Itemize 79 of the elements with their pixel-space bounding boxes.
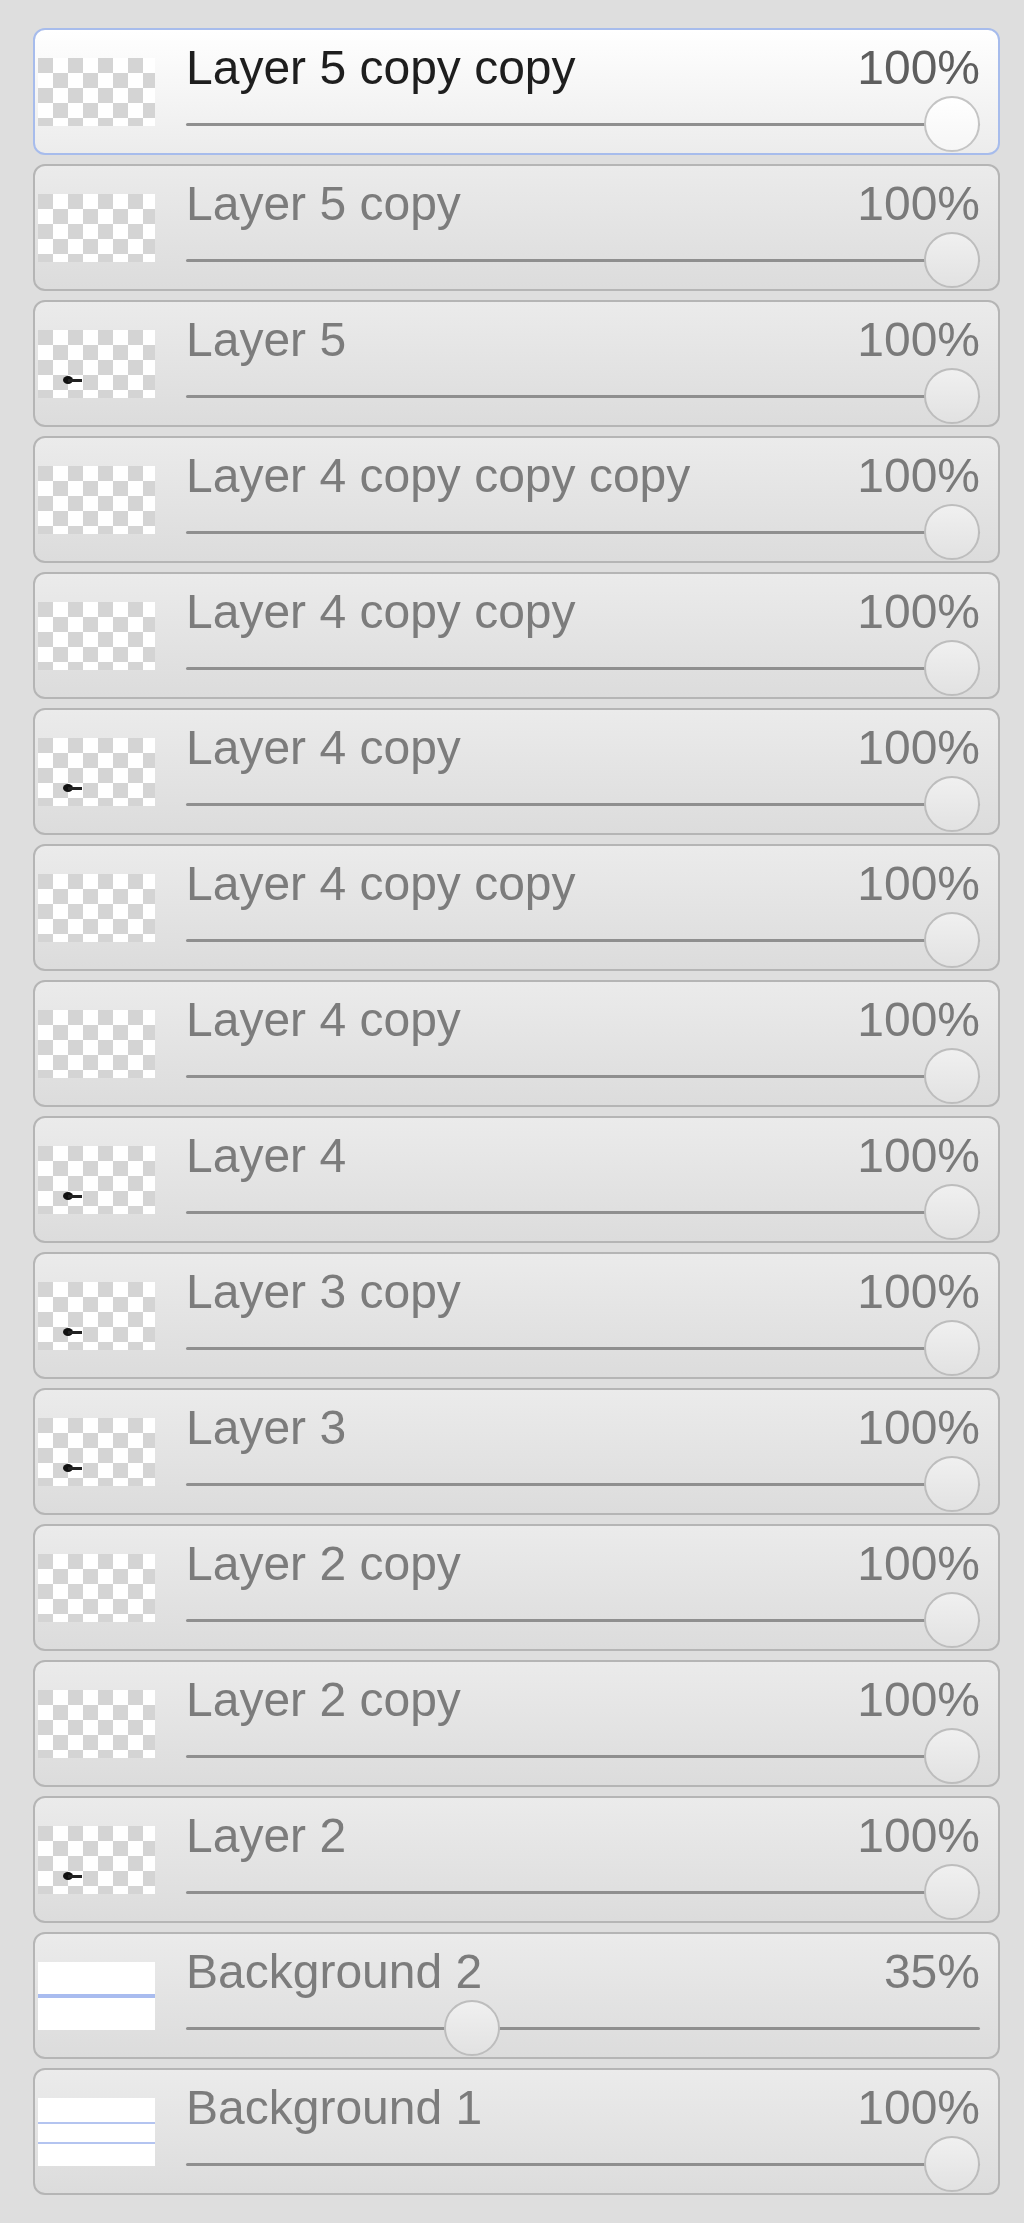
opacity-value: 100% xyxy=(857,2084,980,2132)
opacity-value: 100% xyxy=(857,180,980,228)
opacity-slider[interactable] xyxy=(186,1184,980,1240)
opacity-slider[interactable] xyxy=(186,640,980,696)
layer-row[interactable]: Layer 2 copy 100% xyxy=(33,1524,1000,1651)
layer-row[interactable]: Layer 5 copy 100% xyxy=(33,164,1000,291)
opacity-slider[interactable] xyxy=(186,504,980,560)
slider-thumb[interactable] xyxy=(924,96,980,152)
opacity-value: 100% xyxy=(857,588,980,636)
opacity-slider[interactable] xyxy=(186,1592,980,1648)
slider-thumb[interactable] xyxy=(924,1048,980,1104)
layer-name: Layer 2 copy xyxy=(186,1540,461,1588)
layer-row[interactable]: Layer 4 copy copy 100% xyxy=(33,572,1000,699)
layer-name: Layer 3 xyxy=(186,1404,347,1452)
layer-row[interactable]: Layer 5 copy copy 100% xyxy=(33,28,1000,155)
slider-thumb[interactable] xyxy=(924,776,980,832)
slider-thumb[interactable] xyxy=(924,912,980,968)
layer-name: Layer 4 copy copy xyxy=(186,860,576,908)
layer-name: Layer 4 copy xyxy=(186,996,461,1044)
opacity-slider[interactable] xyxy=(186,1728,980,1784)
opacity-slider[interactable] xyxy=(186,96,980,152)
opacity-value: 100% xyxy=(857,860,980,908)
opacity-value: 100% xyxy=(857,1132,980,1180)
slider-thumb[interactable] xyxy=(924,640,980,696)
slider-thumb[interactable] xyxy=(924,1184,980,1240)
opacity-slider[interactable] xyxy=(186,1456,980,1512)
layer-row[interactable]: Layer 4 copy 100% xyxy=(33,708,1000,835)
layer-row[interactable]: Layer 2 copy 100% xyxy=(33,1660,1000,1787)
slider-thumb[interactable] xyxy=(924,1320,980,1376)
opacity-value: 100% xyxy=(857,1676,980,1724)
layer-row[interactable]: Layer 3 100% xyxy=(33,1388,1000,1515)
slider-thumb[interactable] xyxy=(924,1864,980,1920)
opacity-value: 100% xyxy=(857,452,980,500)
layer-row[interactable]: Layer 5 100% xyxy=(33,300,1000,427)
opacity-slider[interactable] xyxy=(186,2136,980,2192)
slider-thumb[interactable] xyxy=(924,1456,980,1512)
layer-name: Background 1 xyxy=(186,2084,483,2132)
layer-name: Layer 4 copy copy xyxy=(186,588,576,636)
layer-name: Background 2 xyxy=(186,1948,483,1996)
slider-thumb[interactable] xyxy=(924,504,980,560)
opacity-slider[interactable] xyxy=(186,2000,980,2056)
slider-thumb[interactable] xyxy=(924,232,980,288)
layer-name: Layer 3 copy xyxy=(186,1268,461,1316)
opacity-slider[interactable] xyxy=(186,912,980,968)
opacity-slider[interactable] xyxy=(186,1320,980,1376)
opacity-slider[interactable] xyxy=(186,1864,980,1920)
layer-name: Layer 4 copy copy copy xyxy=(186,452,691,500)
layer-row[interactable]: Layer 4 copy 100% xyxy=(33,980,1000,1107)
opacity-value: 100% xyxy=(857,44,980,92)
layer-row[interactable]: Layer 4 100% xyxy=(33,1116,1000,1243)
layer-name: Layer 5 copy xyxy=(186,180,461,228)
opacity-value: 100% xyxy=(857,996,980,1044)
opacity-slider[interactable] xyxy=(186,368,980,424)
opacity-value: 100% xyxy=(857,1268,980,1316)
layer-name: Layer 5 copy copy xyxy=(186,44,576,92)
slider-thumb[interactable] xyxy=(924,1728,980,1784)
layer-row[interactable]: Layer 4 copy copy copy 100% xyxy=(33,436,1000,563)
opacity-value: 100% xyxy=(857,724,980,772)
opacity-value: 100% xyxy=(857,1812,980,1860)
opacity-slider[interactable] xyxy=(186,1048,980,1104)
slider-thumb[interactable] xyxy=(924,1592,980,1648)
layer-row[interactable]: Layer 2 100% xyxy=(33,1796,1000,1923)
slider-thumb[interactable] xyxy=(924,368,980,424)
layer-row[interactable]: Background 1 100% xyxy=(33,2068,1000,2195)
layer-row[interactable]: Layer 3 copy 100% xyxy=(33,1252,1000,1379)
opacity-slider[interactable] xyxy=(186,776,980,832)
opacity-value: 35% xyxy=(883,1948,980,1996)
slider-thumb[interactable] xyxy=(924,2136,980,2192)
layer-row[interactable]: Background 2 35% xyxy=(33,1932,1000,2059)
opacity-value: 100% xyxy=(857,316,980,364)
layer-name: Layer 2 xyxy=(186,1812,347,1860)
layer-name: Layer 2 copy xyxy=(186,1676,461,1724)
opacity-value: 100% xyxy=(857,1540,980,1588)
opacity-value: 100% xyxy=(857,1404,980,1452)
opacity-slider[interactable] xyxy=(186,232,980,288)
layer-row[interactable]: Layer 4 copy copy 100% xyxy=(33,844,1000,971)
layer-name: Layer 4 xyxy=(186,1132,347,1180)
layer-name: Layer 5 xyxy=(186,316,347,364)
layer-name: Layer 4 copy xyxy=(186,724,461,772)
